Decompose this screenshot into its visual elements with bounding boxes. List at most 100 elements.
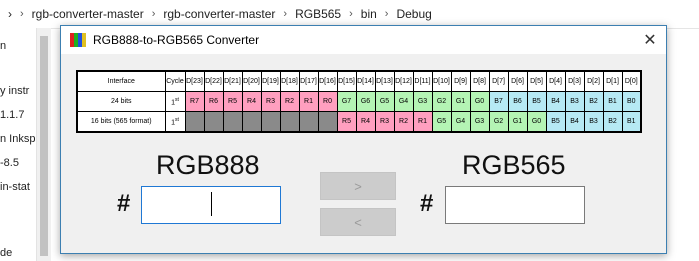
convert-to-888-button[interactable]: < bbox=[320, 208, 396, 236]
bit-cell: G2 bbox=[488, 111, 509, 133]
table-header-cell: D[16] bbox=[317, 70, 338, 92]
bit-cell: B3 bbox=[564, 91, 585, 112]
table-row: 16 bits (565 format) 1st R5 R4 R3 R2 R1 G5 G4 G3 G… bbox=[76, 111, 642, 133]
table-header-cell: D[2] bbox=[583, 70, 604, 92]
cycle-cell: 1st bbox=[164, 111, 186, 133]
rgb888-hash-label: # bbox=[117, 190, 131, 217]
rgb565-heading: RGB565 bbox=[462, 150, 566, 180]
bit-layout-table: Interface Cycle D[23] D[22] D[21] D[20] D[19] D… bbox=[76, 70, 642, 133]
bit-cell bbox=[279, 111, 300, 133]
bit-cell: B5 bbox=[545, 111, 566, 133]
icon-bar-yellow bbox=[82, 33, 86, 47]
table-header-row: Interface Cycle D[23] D[22] D[21] D[20] D[19] D… bbox=[76, 70, 642, 92]
table-header-cell: D[7] bbox=[488, 70, 509, 92]
rgb565-hash-label: # bbox=[420, 190, 434, 217]
bit-cell: B5 bbox=[526, 91, 547, 112]
nav-chevron-icon[interactable]: › bbox=[8, 7, 12, 21]
table-header-cell: D[12] bbox=[393, 70, 414, 92]
explorer-scrollbar[interactable] bbox=[36, 28, 51, 261]
bit-cell: G3 bbox=[412, 91, 433, 112]
bit-cell: B2 bbox=[602, 111, 623, 133]
interface-cell: 16 bits (565 format) bbox=[76, 111, 166, 133]
nav-pane-item[interactable]: n bbox=[0, 40, 6, 52]
title-bar[interactable]: RGB888-to-RGB565 Converter ✕ bbox=[61, 26, 666, 54]
breadcrumb-item[interactable]: rgb-converter-master bbox=[163, 7, 275, 21]
bit-cell: B1 bbox=[621, 111, 642, 133]
table-header-cell: D[14] bbox=[355, 70, 376, 92]
table-header-cell: D[22] bbox=[203, 70, 224, 92]
bit-cell: G2 bbox=[431, 91, 452, 112]
nav-pane-item[interactable]: n Inksp bbox=[0, 133, 35, 145]
table-header-cell: D[21] bbox=[222, 70, 243, 92]
app-color-bars-icon bbox=[70, 33, 86, 47]
bit-cell: G0 bbox=[526, 111, 547, 133]
nav-pane-item[interactable]: 1.1.7 bbox=[0, 109, 24, 121]
rgb888-heading: RGB888 bbox=[156, 150, 260, 180]
table-header-cell: D[9] bbox=[450, 70, 471, 92]
close-button[interactable]: ✕ bbox=[634, 26, 666, 54]
table-header-cell: D[23] bbox=[184, 70, 205, 92]
table-header-cell: D[19] bbox=[260, 70, 281, 92]
convert-to-565-button[interactable]: > bbox=[320, 172, 396, 200]
breadcrumb-separator-icon: › bbox=[151, 8, 156, 20]
bit-cell bbox=[184, 111, 205, 133]
text-caret bbox=[211, 192, 212, 216]
bit-cell: G5 bbox=[374, 91, 395, 112]
rgb565-input[interactable] bbox=[445, 186, 585, 224]
breadcrumb-item[interactable]: rgb-converter-master bbox=[32, 7, 144, 21]
nav-pane-item[interactable]: in-stat bbox=[0, 181, 30, 193]
bit-cell: G7 bbox=[336, 91, 357, 112]
bit-cell: R5 bbox=[222, 91, 243, 112]
bit-cell: R1 bbox=[298, 91, 319, 112]
nav-pane-item[interactable]: de bbox=[0, 247, 12, 259]
bit-cell: R3 bbox=[260, 91, 281, 112]
bit-cell: R2 bbox=[279, 91, 300, 112]
breadcrumb-item[interactable]: RGB565 bbox=[295, 7, 341, 21]
window-title: RGB888-to-RGB565 Converter bbox=[93, 33, 260, 47]
bit-cell: R4 bbox=[241, 91, 262, 112]
table-header-cell: Cycle bbox=[164, 70, 186, 92]
bit-cell: R6 bbox=[203, 91, 224, 112]
bit-cell: B6 bbox=[507, 91, 528, 112]
bit-cell: G5 bbox=[431, 111, 452, 133]
table-header-cell: D[1] bbox=[602, 70, 623, 92]
bit-cell: R0 bbox=[317, 91, 338, 112]
nav-pane-item[interactable]: -8.5 bbox=[0, 157, 19, 169]
bit-cell bbox=[203, 111, 224, 133]
bit-cell: R5 bbox=[336, 111, 357, 133]
bit-cell: B2 bbox=[583, 91, 604, 112]
bit-cell: R4 bbox=[355, 111, 376, 133]
table-header-cell: D[13] bbox=[374, 70, 395, 92]
bit-cell: G4 bbox=[393, 91, 414, 112]
breadcrumb-separator-icon: › bbox=[384, 8, 389, 20]
scrollbar-thumb[interactable] bbox=[40, 36, 48, 256]
bit-cell bbox=[317, 111, 338, 133]
bit-cell: G3 bbox=[469, 111, 490, 133]
bit-cell: G1 bbox=[507, 111, 528, 133]
breadcrumb-separator-icon: › bbox=[283, 8, 288, 20]
cycle-cell: 1st bbox=[164, 91, 186, 112]
table-header-cell: D[0] bbox=[621, 70, 642, 92]
breadcrumb-item[interactable]: Debug bbox=[396, 7, 431, 21]
table-header-cell: D[20] bbox=[241, 70, 262, 92]
table-header-cell: D[6] bbox=[507, 70, 528, 92]
explorer-nav-pane: n y instr 1.1.7 n Inksp -8.5 in-stat de bbox=[0, 28, 36, 261]
bit-cell: B1 bbox=[602, 91, 623, 112]
bit-cell: R1 bbox=[412, 111, 433, 133]
table-header-cell: D[18] bbox=[279, 70, 300, 92]
table-header-cell: D[8] bbox=[469, 70, 490, 92]
bit-cell: R7 bbox=[184, 91, 205, 112]
table-header-cell: D[17] bbox=[298, 70, 319, 92]
convert-to-565-label: > bbox=[354, 178, 362, 194]
breadcrumb-separator-icon: › bbox=[349, 8, 353, 20]
bit-cell: B7 bbox=[488, 91, 509, 112]
cycle-ordinal: st bbox=[175, 116, 179, 123]
table-row: 24 bits 1st R7 R6 R5 R4 R3 R2 R1 R0 G7 G6 G5 G4 G3 G2 G1… bbox=[76, 91, 642, 112]
breadcrumb-item[interactable]: bin bbox=[361, 7, 377, 21]
convert-to-888-label: < bbox=[354, 214, 362, 230]
nav-pane-item[interactable]: y instr bbox=[0, 85, 29, 97]
table-header-cell: Interface bbox=[76, 70, 166, 92]
table-header-cell: D[10] bbox=[431, 70, 452, 92]
bit-cell bbox=[260, 111, 281, 133]
bit-cell: B4 bbox=[545, 91, 566, 112]
